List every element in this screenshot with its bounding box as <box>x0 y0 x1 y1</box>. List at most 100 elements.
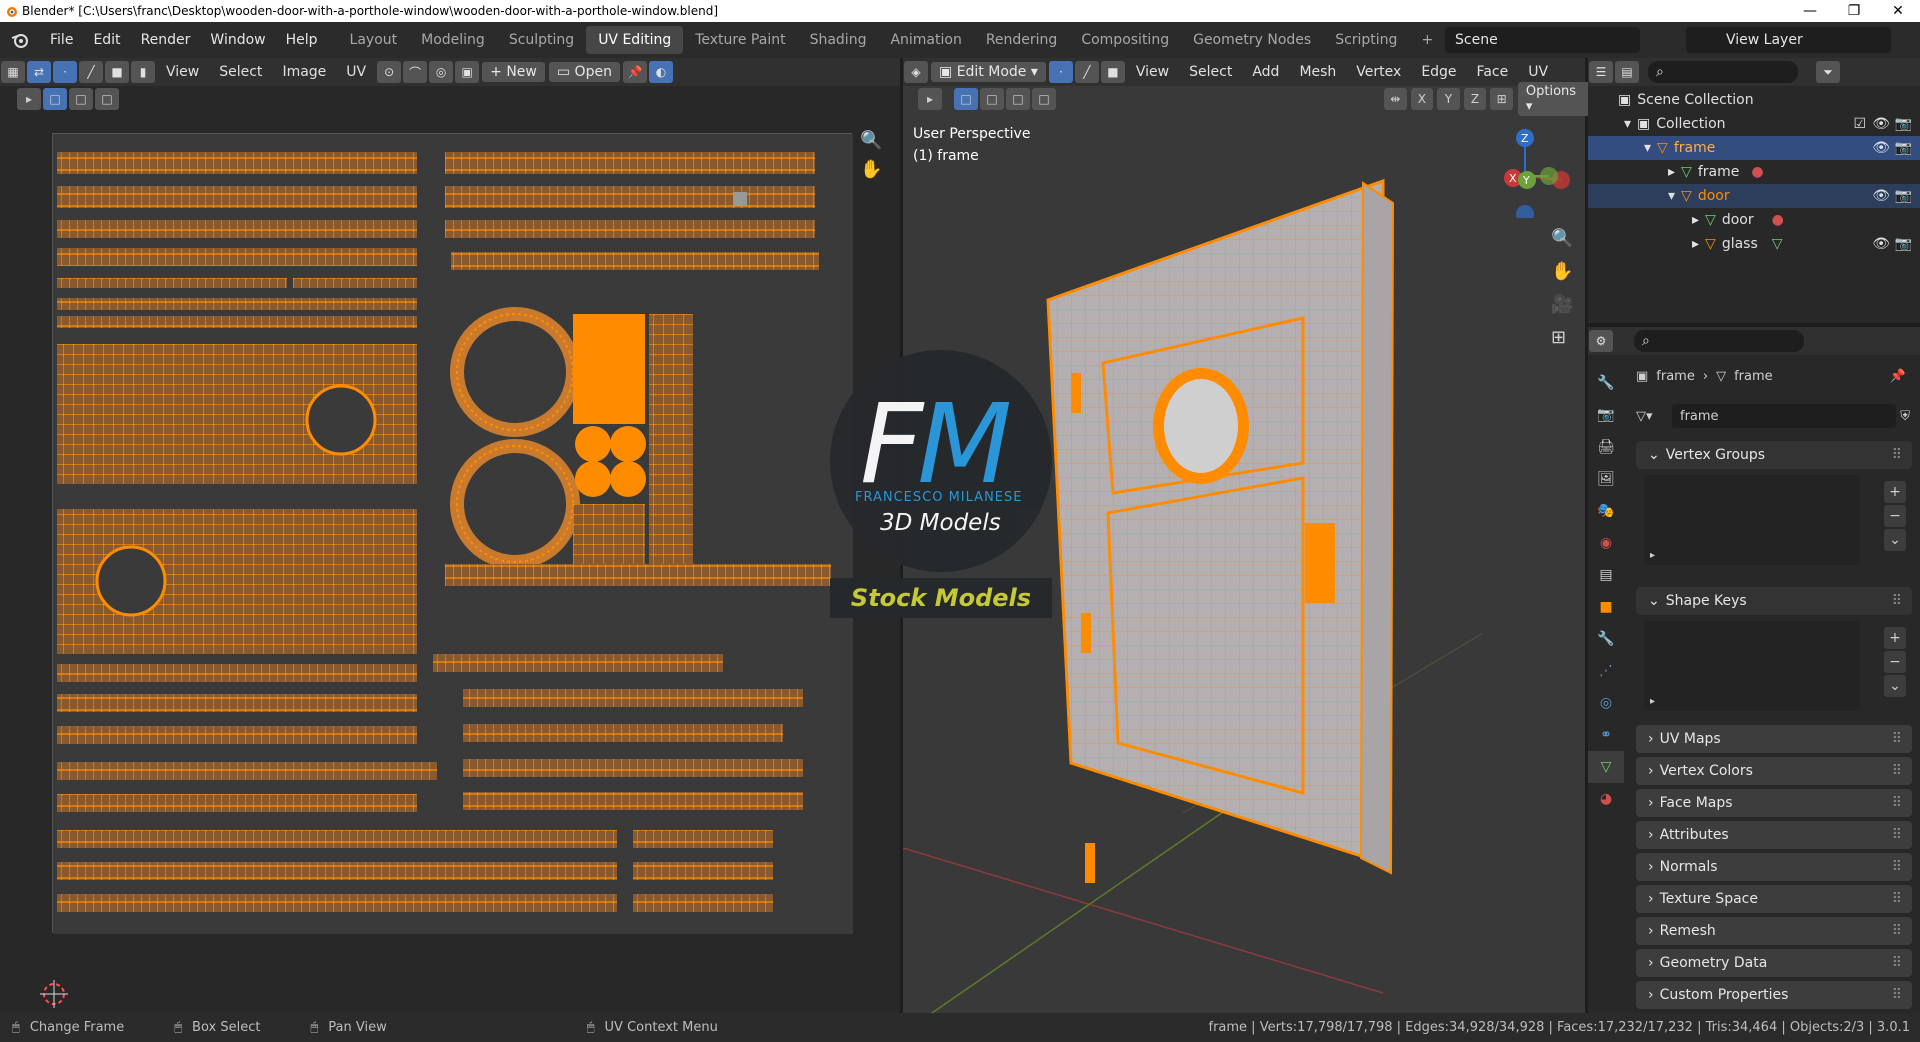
tab-modeling[interactable]: Modeling <box>409 26 497 54</box>
menu-render[interactable]: Render <box>131 32 201 48</box>
panel-vertex-groups[interactable]: ⌄ Vertex Groups ⠿ <box>1636 441 1912 469</box>
new-image-button[interactable]: + New <box>482 62 545 82</box>
outliner-item-door[interactable]: ▾ ▽ door 👁 📷 <box>1588 184 1920 208</box>
render-camera-icon[interactable]: 📷 <box>1895 140 1912 156</box>
drag-handle-icon[interactable]: ⠿ <box>1892 593 1902 609</box>
pan-hand-icon[interactable]: ✋ <box>860 159 882 180</box>
drag-handle-icon[interactable]: ⠿ <box>1892 955 1902 971</box>
minimize-icon[interactable]: — <box>1788 0 1832 22</box>
outliner-item-glass[interactable]: ▸ ▽ glass ▽ 👁 📷 <box>1588 232 1920 256</box>
vertex-groups-list[interactable]: ▸ <box>1644 475 1860 565</box>
auto-merge-icon[interactable]: ⊞ <box>1490 88 1513 110</box>
select-subtract-icon[interactable]: □ <box>95 88 119 110</box>
remove-vertex-group-button[interactable]: − <box>1884 505 1906 527</box>
snap-icon[interactable]: ⌒ <box>403 61 428 83</box>
drag-handle-icon[interactable]: ⠿ <box>1892 827 1902 843</box>
editor-type-3d-icon[interactable]: ◈ <box>904 61 928 83</box>
vp-menu-face[interactable]: Face <box>1467 64 1519 80</box>
vertex-group-specials-button[interactable]: ⌄ <box>1884 529 1906 551</box>
blender-menu-icon[interactable] <box>0 30 40 50</box>
render-camera-icon[interactable]: 📷 <box>1895 236 1912 252</box>
fake-user-shield-icon[interactable]: ⛨ <box>1900 409 1910 424</box>
mirror-icon[interactable]: ⇹ <box>1384 88 1407 110</box>
panel-vertex-colors[interactable]: › Vertex Colors ⠿ <box>1636 757 1912 785</box>
outliner-item-door-mesh[interactable]: ▸ ▽ door ● <box>1588 208 1920 232</box>
drag-handle-icon[interactable]: ⠿ <box>1892 891 1902 907</box>
options-dropdown[interactable]: Options ▾ <box>1517 82 1592 116</box>
outliner-filter-icon[interactable]: ⏷ <box>1816 61 1840 83</box>
expand-arrow-icon[interactable]: ▸ <box>1692 212 1699 228</box>
tab-scripting[interactable]: Scripting <box>1323 26 1409 54</box>
scene-selector[interactable]: Scene <box>1445 27 1640 53</box>
tab-texture-paint[interactable]: Texture Paint <box>683 26 797 54</box>
datablock-name-field[interactable]: frame <box>1672 404 1897 428</box>
menu-edit[interactable]: Edit <box>83 32 130 48</box>
pivot-icon[interactable]: ⊙ <box>377 61 402 83</box>
pin-icon[interactable]: 📌 <box>622 61 647 83</box>
panel-custom-properties[interactable]: › Custom Properties ⠿ <box>1636 981 1912 1009</box>
menu-help[interactable]: Help <box>276 32 328 48</box>
outliner-type-icon[interactable]: ☰ <box>1589 61 1613 83</box>
panel-geometry-data[interactable]: › Geometry Data ⠿ <box>1636 949 1912 977</box>
edge-select-icon[interactable]: ╱ <box>79 61 103 83</box>
vp-menu-mesh[interactable]: Mesh <box>1289 64 1346 80</box>
select-tool-icon[interactable]: ▸ <box>17 88 41 110</box>
drag-handle-icon[interactable]: ⠿ <box>1892 447 1902 463</box>
menu-window[interactable]: Window <box>200 32 275 48</box>
render-tab-icon[interactable]: 📷 <box>1597 399 1614 431</box>
tab-sculpting[interactable]: Sculpting <box>497 26 586 54</box>
tab-rendering[interactable]: Rendering <box>974 26 1070 54</box>
panel-uv-maps[interactable]: › UV Maps ⠿ <box>1636 725 1912 753</box>
editor-type-icon[interactable]: ▦ <box>1 61 25 83</box>
visibility-eye-icon[interactable]: 👁 <box>1872 116 1890 132</box>
face-mode-icon[interactable]: ■ <box>1100 61 1125 83</box>
vp-grid-icon[interactable]: ⊞ <box>1551 327 1573 348</box>
expand-arrow-icon[interactable]: ▾ <box>1644 140 1651 156</box>
visibility-eye-icon[interactable]: 👁 <box>1872 188 1890 204</box>
mode-selector[interactable]: ▣ Edit Mode ▾ <box>931 62 1046 82</box>
vertex-select-icon[interactable]: · <box>53 61 77 83</box>
open-image-button[interactable]: ▭ Open <box>548 62 620 82</box>
expand-arrow-icon[interactable]: ▸ <box>1692 236 1699 252</box>
remove-shape-key-button[interactable]: − <box>1884 651 1906 673</box>
tab-layout[interactable]: Layout <box>338 26 410 54</box>
render-camera-icon[interactable]: 📷 <box>1895 116 1912 132</box>
vp-zoom-icon[interactable]: 🔍 <box>1551 228 1573 249</box>
outliner[interactable]: ☰ ▤ ⌕ ⏷ ▣ Scene Collection ▾ ▣ Collectio… <box>1588 58 1920 323</box>
tab-animation[interactable]: Animation <box>878 26 973 54</box>
properties-editor[interactable]: ⚙ ⌕ 🔧 📷 🖨 🖼 🎭 ◉ ▤ ■ 🔧 ⋰ ◎ ⚭ ▽ ◕ ▣ frame … <box>1588 327 1920 1013</box>
properties-type-icon[interactable]: ⚙ <box>1589 330 1613 352</box>
uv-editor[interactable]: ▦ ⇄ · ╱ ■ ▮ View Select Image UV ⊙ ⌒ ◎ ▣… <box>0 58 900 1013</box>
checkbox-icon[interactable]: ☑ <box>1853 116 1866 132</box>
vp-select-invert-icon[interactable]: □ <box>1032 88 1056 110</box>
outliner-collection[interactable]: ▾ ▣ Collection ☑ 👁 📷 <box>1588 112 1920 136</box>
mesh-datablock-selector[interactable]: ▽▾ frame ⛨ <box>1636 403 1910 429</box>
expand-arrow-icon[interactable]: ▸ <box>1668 164 1675 180</box>
drag-handle-icon[interactable]: ⠿ <box>1892 987 1902 1003</box>
axis-z-toggle[interactable]: Z <box>1463 88 1487 110</box>
tab-compositing[interactable]: Compositing <box>1069 26 1181 54</box>
vp-menu-view[interactable]: View <box>1126 64 1179 80</box>
tab-shading[interactable]: Shading <box>798 26 879 54</box>
vp-menu-select[interactable]: Select <box>1179 64 1242 80</box>
uv-menu-view[interactable]: View <box>156 64 209 80</box>
uv-menu-image[interactable]: Image <box>272 64 336 80</box>
vp-menu-add[interactable]: Add <box>1242 64 1289 80</box>
2d-cursor-icon[interactable] <box>40 980 68 1008</box>
uv-menu-select[interactable]: Select <box>209 64 272 80</box>
tool-tab-icon[interactable]: 🔧 <box>1597 367 1614 399</box>
select-extend-icon[interactable]: □ <box>69 88 93 110</box>
drag-handle-icon[interactable]: ⠿ <box>1892 763 1902 779</box>
panel-remesh[interactable]: › Remesh ⠿ <box>1636 917 1912 945</box>
maximize-icon[interactable]: ❐ <box>1832 0 1876 22</box>
expand-arrow-icon[interactable]: ▾ <box>1668 188 1675 204</box>
tab-geometry-nodes[interactable]: Geometry Nodes <box>1181 26 1323 54</box>
panel-normals[interactable]: › Normals ⠿ <box>1636 853 1912 881</box>
outliner-scene-collection[interactable]: ▣ Scene Collection <box>1588 88 1920 112</box>
vp-select-extend-icon[interactable]: □ <box>980 88 1004 110</box>
vp-select-subtract-icon[interactable]: □ <box>1006 88 1030 110</box>
add-shape-key-button[interactable]: + <box>1884 627 1906 649</box>
vp-menu-vertex[interactable]: Vertex <box>1346 64 1411 80</box>
vertex-mode-icon[interactable]: · <box>1048 61 1073 83</box>
render-camera-icon[interactable]: 📷 <box>1895 188 1912 204</box>
